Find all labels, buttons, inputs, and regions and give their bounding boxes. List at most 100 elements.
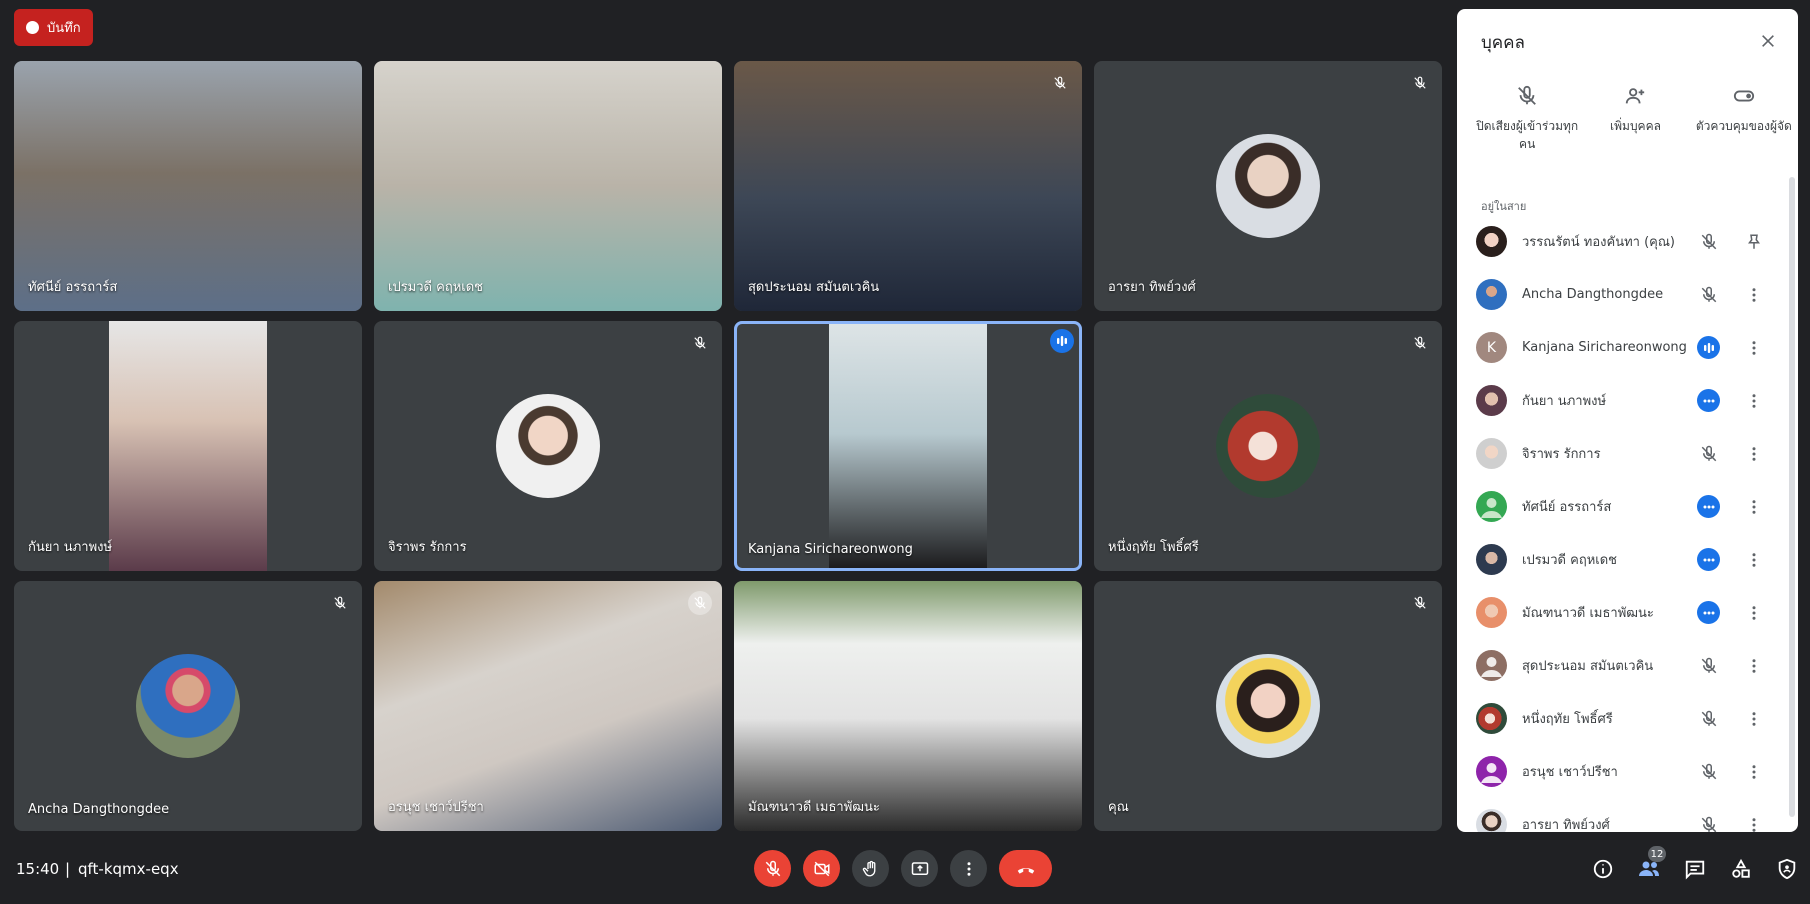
avatar — [1476, 438, 1507, 469]
participant-avatar — [1216, 134, 1320, 238]
mic-off-icon — [1695, 440, 1723, 468]
list-item[interactable]: อารยา ทิพย์วงศ์ — [1457, 798, 1798, 832]
status-dots-icon — [1697, 601, 1720, 624]
participant-tile[interactable]: อรนุช เชาว์ปรีชา — [374, 581, 722, 831]
people-button[interactable]: 12 — [1626, 846, 1672, 887]
raise-hand-button[interactable] — [852, 850, 889, 887]
more-options-button[interactable] — [1742, 283, 1766, 307]
list-item[interactable]: จิราพร รักการ — [1457, 427, 1798, 480]
close-panel-button[interactable] — [1752, 25, 1784, 57]
participant-tile[interactable]: ทัศนีย์ อรรถาร์ส — [14, 61, 362, 311]
participant-video — [829, 324, 987, 568]
avatar — [1476, 703, 1507, 734]
more-options-button[interactable] — [1742, 548, 1766, 572]
status-dots-icon — [1697, 389, 1720, 412]
more-options-button[interactable] — [1742, 442, 1766, 466]
more-options-button[interactable] — [1742, 601, 1766, 625]
chat-button[interactable] — [1672, 850, 1718, 887]
more-options-button[interactable] — [950, 850, 987, 887]
present-screen-button[interactable] — [901, 850, 938, 887]
more-vert-icon — [1752, 340, 1756, 355]
call-controls — [754, 850, 1052, 887]
participant-name: จิราพร รักการ — [388, 540, 467, 555]
list-item[interactable]: สุดประนอม สมันตเวคิน — [1457, 639, 1798, 692]
participant-tile-active[interactable]: Kanjana Sirichareonwong — [734, 321, 1082, 571]
avatar — [1476, 809, 1507, 832]
more-vert-icon — [1752, 658, 1756, 673]
mute-all-label: ปิดเสียงผู้เข้าร่วมทุกคน — [1476, 119, 1579, 151]
participant-name: จิราพร รักการ — [1522, 447, 1601, 462]
participant-avatar — [496, 394, 600, 498]
participant-tile[interactable]: Ancha Dangthongdee — [14, 581, 362, 831]
list-item[interactable]: K Kanjana Sirichareonwong — [1457, 321, 1798, 374]
more-options-button[interactable] — [1742, 654, 1766, 678]
avatar — [1476, 385, 1507, 416]
present-icon — [911, 861, 928, 875]
camera-toggle-button[interactable] — [803, 850, 840, 887]
activities-button[interactable] — [1718, 850, 1764, 887]
clock: 15:40 — [16, 860, 60, 878]
mute-all-button[interactable]: ปิดเสียงผู้เข้าร่วมทุกคน — [1473, 85, 1581, 153]
list-item[interactable]: หนึ่งฤทัย โพธิ์ศรี — [1457, 692, 1798, 745]
more-options-button[interactable] — [1742, 389, 1766, 413]
list-item[interactable]: ทัศนีย์ อรรถาร์ส — [1457, 480, 1798, 533]
person-add-icon — [1626, 88, 1645, 104]
speaking-indicator-icon — [1050, 329, 1074, 353]
pin-button[interactable] — [1742, 230, 1766, 254]
participant-tile[interactable]: คุณ — [1094, 581, 1442, 831]
more-options-button[interactable] — [1742, 707, 1766, 731]
host-controls-button[interactable] — [1764, 850, 1810, 887]
participant-tile[interactable]: สุดประนอม สมันตเวคิน — [734, 61, 1082, 311]
participant-tile[interactable]: เปรมวดี คฤหเดช — [374, 61, 722, 311]
participant-name: หนึ่งฤทัย โพธิ์ศรี — [1108, 540, 1199, 555]
recording-label: บันทึก — [47, 21, 81, 36]
add-people-button[interactable]: เพิ่มบุคคล — [1581, 85, 1689, 153]
mic-toggle-button[interactable] — [754, 850, 791, 887]
participant-name: ทัศนีย์ อรรถาร์ส — [1522, 500, 1612, 515]
participant-name: เปรมวดี คฤหเดช — [1522, 553, 1617, 568]
leave-call-button[interactable] — [999, 850, 1052, 887]
list-item[interactable]: Ancha Dangthongdee — [1457, 268, 1798, 321]
participant-tile[interactable]: อารยา ทิพย์วงศ์ — [1094, 61, 1442, 311]
mic-off-icon — [1695, 758, 1723, 786]
participant-name: Kanjana Sirichareonwong — [748, 542, 913, 557]
more-vert-icon — [1752, 711, 1756, 726]
more-options-button[interactable] — [1742, 760, 1766, 784]
participant-avatar — [1216, 654, 1320, 758]
list-item[interactable]: เปรมวดี คฤหเดช — [1457, 533, 1798, 586]
participant-tile[interactable]: จิราพร รักการ — [374, 321, 722, 571]
list-item[interactable]: กันยา นภาพงษ์ — [1457, 374, 1798, 427]
participant-video — [109, 321, 267, 571]
avatar — [1476, 491, 1507, 522]
bottom-toolbar: 15:40 | qft-kqmx-eqx 12 — [0, 832, 1810, 904]
add-people-label: เพิ่มบุคคล — [1610, 119, 1661, 133]
mic-off-icon — [1408, 591, 1432, 615]
more-options-button[interactable] — [1742, 813, 1766, 833]
participant-name: Kanjana Sirichareonwong — [1522, 340, 1687, 355]
participant-tile[interactable]: กันยา นภาพงษ์ — [14, 321, 362, 571]
meeting-details-button[interactable] — [1580, 850, 1626, 887]
shield-icon — [1778, 858, 1796, 879]
host-controls-button[interactable]: ตัวควบคุมของผู้จัด — [1690, 85, 1798, 153]
participant-name: อารยา ทิพย์วงศ์ — [1108, 280, 1196, 295]
list-item[interactable]: วรรณรัตน์ ทองคันทา (คุณ) — [1457, 215, 1798, 268]
default-avatar-icon — [1481, 763, 1502, 783]
default-avatar-icon — [1481, 498, 1502, 518]
list-item[interactable]: มัณฑนาวดี เมธาพัฒนะ — [1457, 586, 1798, 639]
close-icon — [1762, 35, 1774, 47]
participant-name: กันยา นภาพงษ์ — [1522, 394, 1607, 409]
pin-icon — [1748, 234, 1760, 249]
participant-tile[interactable]: หนึ่งฤทัย โพธิ์ศรี — [1094, 321, 1442, 571]
participant-tile[interactable]: มัณฑนาวดี เมธาพัฒนะ — [734, 581, 1082, 831]
panel-scrollbar[interactable] — [1789, 177, 1795, 817]
more-vert-icon — [1752, 287, 1756, 302]
more-vert-icon — [1752, 499, 1756, 514]
more-vert-icon — [1752, 446, 1756, 461]
mic-off-icon — [1408, 331, 1432, 355]
more-options-button[interactable] — [1742, 495, 1766, 519]
separator: | — [65, 860, 71, 878]
recording-badge[interactable]: บันทึก — [14, 9, 93, 46]
more-options-button[interactable] — [1742, 336, 1766, 360]
list-item[interactable]: อรนุช เชาว์ปรีชา — [1457, 745, 1798, 798]
mic-off-icon — [1518, 85, 1537, 105]
